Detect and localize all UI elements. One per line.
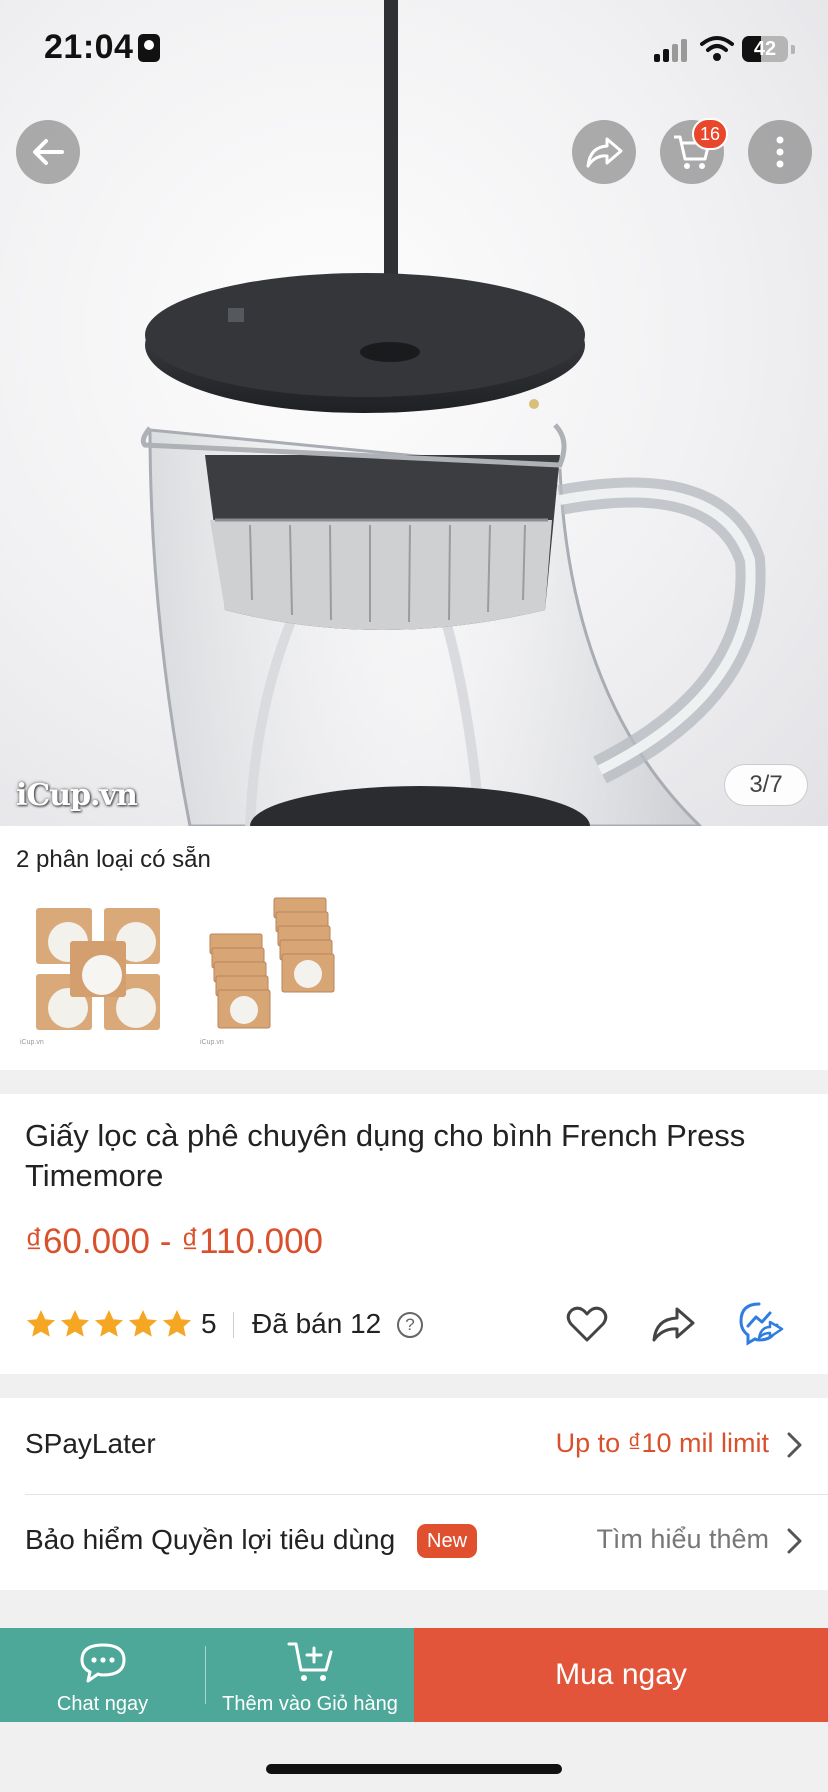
variant-thumb-1[interactable]: iCup.vn: [16, 896, 176, 1056]
id-card-icon: [138, 34, 160, 62]
star-icon: [163, 1310, 191, 1337]
filter-paper-stack-image: [209, 897, 335, 1029]
product-title: Giấy lọc cà phê chuyên dụng cho bình Fre…: [25, 1118, 746, 1193]
new-badge: New: [417, 1524, 478, 1558]
more-button[interactable]: [748, 120, 812, 184]
variant-watermark: iCup.vn: [200, 1039, 224, 1046]
add-to-cart-button[interactable]: Thêm vào Giỏ hàng: [206, 1628, 414, 1722]
share-icon[interactable]: [649, 1300, 697, 1348]
rating-value: 5: [201, 1308, 217, 1339]
cart-count-badge: 16: [692, 118, 729, 150]
status-time: 21:04: [44, 28, 134, 66]
home-indicator: [266, 1764, 562, 1774]
chevron-right-icon: [787, 1528, 802, 1554]
variants-section: 2 phân loại có sẵn iCup.vn iCup.vn: [0, 826, 828, 1070]
rating-stars: [25, 1308, 193, 1342]
spaylater-row[interactable]: SPayLater Up to ₫10 mil limit: [25, 1398, 805, 1494]
row-value: Tìm hiểu thêm: [596, 1524, 769, 1554]
product-page: 21:04 42 16 iCup.vn 3/7 2 phân loại có s…: [0, 0, 828, 1792]
star-icon: [95, 1310, 123, 1337]
row-label: Bảo hiểm Quyền lợi tiêu dùng: [25, 1524, 396, 1555]
variant-thumb-2[interactable]: iCup.vn: [196, 896, 356, 1056]
cellular-signal-icon: [654, 38, 688, 62]
row-value: Up to ₫10 mil limit: [555, 1428, 769, 1458]
star-icon: [61, 1310, 89, 1337]
product-info: Giấy lọc cà phê chuyên dụng cho bình Fre…: [0, 1094, 828, 1374]
arrow-left-icon: [33, 139, 64, 165]
star-icon: [27, 1310, 55, 1337]
filter-paper-image: [36, 908, 160, 1030]
more-vertical-icon: [776, 136, 784, 168]
variant-watermark: iCup.vn: [20, 1039, 44, 1046]
battery-level: 42: [753, 38, 777, 60]
row-label: SPayLater: [25, 1428, 156, 1459]
insurance-row[interactable]: Bảo hiểm Quyền lợi tiêu dùng New Tìm hiể…: [25, 1494, 805, 1590]
watermark-logo: iCup.vn: [16, 778, 138, 813]
heart-icon[interactable]: [563, 1300, 611, 1348]
divider: [233, 1312, 234, 1338]
star-icon: [129, 1310, 157, 1337]
add-cart-icon: [287, 1642, 333, 1681]
chat-now-label: Chat ngay: [56, 1693, 149, 1715]
bottom-action-bar: Chat ngay Thêm vào Giỏ hàng Mua ngay: [0, 1628, 828, 1722]
help-icon[interactable]: ?: [397, 1312, 423, 1338]
chat-now-button[interactable]: Chat ngay: [0, 1628, 205, 1722]
chevron-right-icon: [787, 1432, 802, 1458]
chat-icon: [80, 1643, 126, 1683]
image-counter: 3/7: [724, 764, 808, 806]
status-bar: 21:04 42: [0, 0, 828, 100]
battery-icon: 42: [742, 36, 788, 62]
messenger-share-icon[interactable]: [737, 1300, 785, 1348]
variants-title: 2 phân loại có sẵn: [16, 846, 211, 873]
share-button[interactable]: [572, 120, 636, 184]
battery-tip: [791, 45, 795, 54]
rating-row: 5 Đã bán 12 ?: [25, 1302, 805, 1346]
wifi-icon: [700, 36, 734, 61]
add-to-cart-label: Thêm vào Giỏ hàng: [222, 1693, 398, 1715]
info-rows: SPayLater Up to ₫10 mil limit Bảo hiểm Q…: [0, 1398, 828, 1590]
product-image-gallery[interactable]: 21:04 42 16 iCup.vn 3/7: [0, 0, 828, 826]
back-button[interactable]: [16, 120, 80, 184]
share-icon: [586, 137, 623, 168]
product-price: ₫60.000 - ₫110.000: [25, 1222, 323, 1261]
sold-count: Đã bán 12: [252, 1308, 382, 1339]
buy-now-button[interactable]: Mua ngay: [414, 1628, 828, 1722]
bottom-left-group: Chat ngay Thêm vào Giỏ hàng: [0, 1628, 414, 1722]
